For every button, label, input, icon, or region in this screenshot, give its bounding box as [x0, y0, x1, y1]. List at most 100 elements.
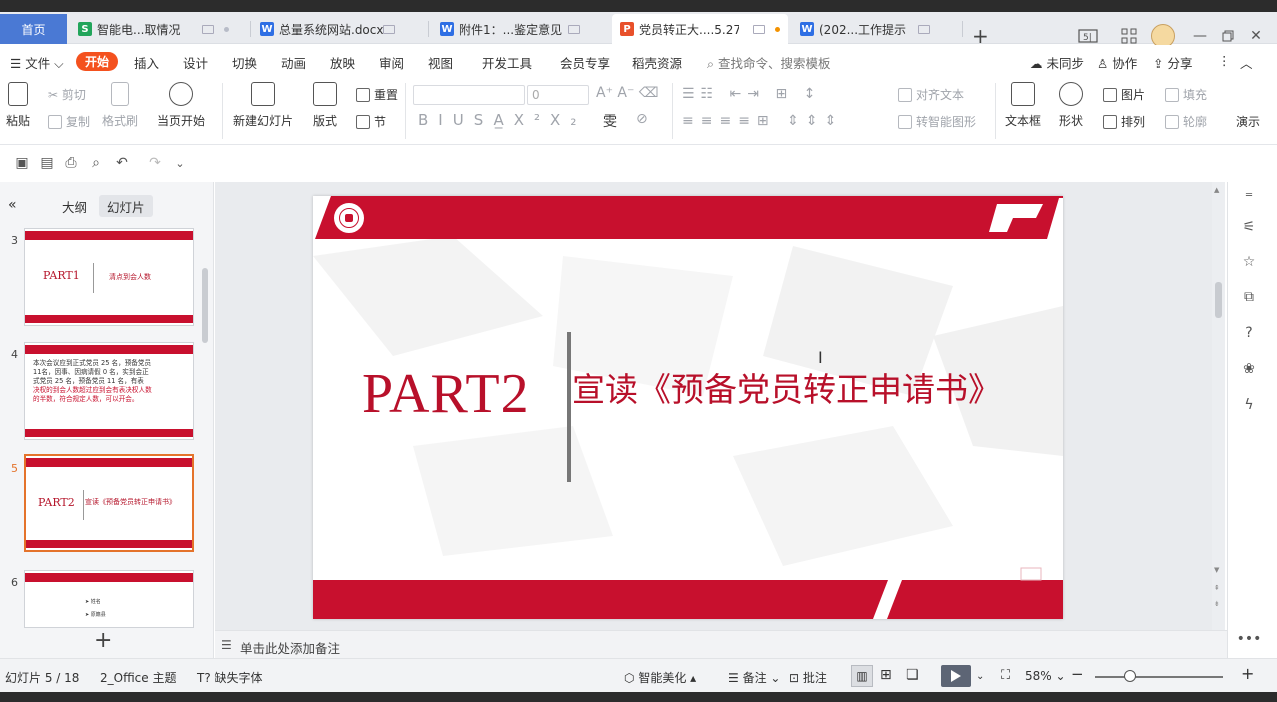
slide-sorter-icon[interactable]: ⊞: [880, 667, 892, 683]
scroll-down-icon[interactable]: ▼: [1214, 566, 1219, 574]
screen-layout-icon[interactable]: 5|: [1077, 25, 1099, 47]
redo-icon[interactable]: ↷: [146, 154, 164, 172]
zoom-level[interactable]: 58% ⌄: [1025, 669, 1066, 683]
notes-toggle-button[interactable]: ☰ 备注 ⌄: [728, 669, 780, 686]
restore-icon[interactable]: [1217, 25, 1239, 47]
cut-button[interactable]: ✂ 剪切: [48, 86, 86, 103]
align-icons[interactable]: ≡≡≡≡⊞ ⇕⇕⇕: [682, 113, 843, 129]
fit-window-icon[interactable]: ⛶: [1001, 668, 1010, 683]
theme-icon[interactable]: ❀: [1240, 360, 1258, 378]
help-icon[interactable]: ?: [1240, 324, 1258, 342]
arrange-button[interactable]: 排列: [1103, 113, 1145, 130]
zoom-slider[interactable]: [1095, 676, 1223, 678]
section-button[interactable]: 节: [356, 113, 386, 130]
collapse-panel-icon[interactable]: «: [0, 194, 25, 216]
panel-scrollbar[interactable]: [202, 268, 208, 343]
format-painter-button[interactable]: 格式刷: [102, 82, 138, 129]
current-slide[interactable]: PART2 宣读《预备党员转正申请书》 I: [313, 196, 1063, 619]
reset-button[interactable]: 重置: [356, 86, 398, 103]
zoom-slider-knob[interactable]: [1124, 670, 1136, 682]
zoom-out-icon[interactable]: −: [1071, 665, 1084, 683]
slide-part-label[interactable]: PART2: [362, 364, 530, 424]
slide-thumb-6[interactable]: 6 ➤ 姓名 ➤ 原籍县: [0, 568, 214, 632]
copy-button[interactable]: 复制: [48, 113, 90, 130]
copy-window-icon[interactable]: ⧉: [1240, 288, 1258, 306]
new-slide-button[interactable]: 新建幻灯片: [233, 82, 293, 129]
zoom-in-icon[interactable]: +: [1241, 664, 1254, 683]
font-size-select[interactable]: 0: [527, 85, 589, 105]
doc-tab-4-active[interactable]: P 党员转正大....5.27: [612, 14, 788, 44]
close-icon[interactable]: ✕: [1245, 25, 1267, 47]
share-button[interactable]: ⇪ 分享: [1153, 53, 1192, 72]
comments-button[interactable]: ⊡ 批注: [789, 669, 827, 686]
presenter-button[interactable]: 演示: [1236, 113, 1260, 130]
menu-review[interactable]: 审阅: [379, 53, 404, 72]
list-icons[interactable]: ☰☷ ⇤⇥ ⊞ ↕: [682, 86, 821, 102]
collaborate-button[interactable]: ♙ 协作: [1097, 53, 1137, 72]
picture-button[interactable]: 图片: [1103, 86, 1145, 103]
align-text-button[interactable]: 对齐文本: [898, 86, 964, 103]
highlight-icon[interactable]: ⊘: [636, 111, 648, 127]
menu-animations[interactable]: 动画: [281, 53, 306, 72]
outline-button[interactable]: 轮廓: [1165, 113, 1207, 130]
doc-tab-3[interactable]: W 附件1：...鉴定意见: [432, 14, 610, 44]
menu-view[interactable]: 视图: [428, 53, 453, 72]
menu-design[interactable]: 设计: [183, 53, 208, 72]
slide-thumb-5-selected[interactable]: 5 PART2 宣读《预备党员转正申请书》: [0, 454, 214, 554]
canvas-vertical-scrollbar[interactable]: ▲ ▼ ⇞ ⇟: [1212, 182, 1225, 630]
scroll-up-icon[interactable]: ▲: [1214, 186, 1219, 194]
shape-button[interactable]: 形状: [1059, 82, 1083, 129]
undo-icon[interactable]: ↶: [113, 154, 131, 172]
smart-beautify-button[interactable]: ⬡ 智能美化 ▴: [624, 669, 696, 686]
phonetic-icon[interactable]: 雯: [603, 111, 617, 131]
play-from-current-button[interactable]: 当页开始: [157, 82, 205, 129]
layout-button[interactable]: 版式: [313, 82, 337, 129]
command-search[interactable]: ⌕ 查找命令、搜索模板: [707, 53, 831, 72]
apps-grid-icon[interactable]: [1118, 25, 1140, 47]
text-format-icons[interactable]: BIUSA̲X²X₂: [418, 111, 586, 129]
tab-slides[interactable]: 幻灯片: [99, 195, 153, 217]
fill-button[interactable]: 填充: [1165, 86, 1207, 103]
tab-outline[interactable]: 大纲: [54, 195, 95, 217]
scroll-thumb[interactable]: [1215, 282, 1222, 318]
menu-transitions[interactable]: 切换: [232, 53, 257, 72]
magic-star-icon[interactable]: ☆: [1240, 253, 1258, 271]
doc-tab-5[interactable]: W (202...工作提示: [792, 14, 960, 44]
menu-docer[interactable]: 稻壳资源: [632, 53, 682, 72]
slide-thumb-4[interactable]: 4 本次会议应到正式党员 25 名，预备党员 11名，因事、因病请假 0 名，实…: [0, 340, 214, 440]
menu-start[interactable]: 开始: [76, 52, 118, 71]
minimize-icon[interactable]: —: [1189, 25, 1211, 47]
slideshow-play-button[interactable]: [941, 665, 971, 687]
menu-developer[interactable]: 开发工具: [482, 53, 532, 72]
font-family-select[interactable]: [413, 85, 525, 105]
doc-tab-1[interactable]: S 智能电...取情况: [70, 14, 248, 44]
theme-name[interactable]: 2_Office 主题: [100, 669, 176, 686]
menu-member[interactable]: 会员专享: [560, 53, 610, 72]
play-dropdown-icon[interactable]: ⌄: [976, 671, 984, 682]
lightning-icon[interactable]: ϟ: [1240, 396, 1258, 414]
save-icon[interactable]: ▣: [13, 154, 31, 172]
more-options-icon[interactable]: •••: [1237, 630, 1262, 648]
reading-view-icon[interactable]: ❏: [906, 667, 919, 683]
print-icon[interactable]: ⎙: [62, 154, 80, 172]
new-tab-button[interactable]: +: [972, 26, 989, 46]
print-preview-icon[interactable]: ⌕: [87, 154, 105, 172]
more-menu-icon[interactable]: ⋮: [1218, 53, 1231, 68]
menu-insert[interactable]: 插入: [134, 53, 159, 72]
sync-status[interactable]: ☁ 未同步: [1030, 53, 1084, 72]
smart-shape-button[interactable]: 转智能图形: [898, 113, 976, 130]
collapse-ribbon-icon[interactable]: ︿: [1240, 53, 1253, 72]
save-as-icon[interactable]: ▤: [38, 154, 56, 172]
next-slide-icon[interactable]: ⇟: [1214, 600, 1220, 608]
slide-thumb-3[interactable]: 3 PART1 清点到会人数: [0, 226, 214, 326]
menu-slideshow[interactable]: 放映: [330, 53, 355, 72]
font-grow-shrink-icons[interactable]: A⁺ A⁻ ⌫: [596, 85, 659, 101]
missing-font-button[interactable]: T? 缺失字体: [197, 669, 263, 686]
file-menu[interactable]: ☰ 文件 ⌵: [10, 53, 64, 72]
paste-button[interactable]: 粘贴: [6, 82, 30, 129]
doc-tab-2[interactable]: W 总量系统网站.docx: [252, 14, 426, 44]
text-box-button[interactable]: 文本框: [1005, 82, 1041, 129]
slide-title[interactable]: 宣读《预备党员转正申请书》: [572, 370, 1001, 410]
add-slide-button[interactable]: +: [94, 630, 112, 652]
prev-slide-icon[interactable]: ⇞: [1214, 584, 1220, 592]
